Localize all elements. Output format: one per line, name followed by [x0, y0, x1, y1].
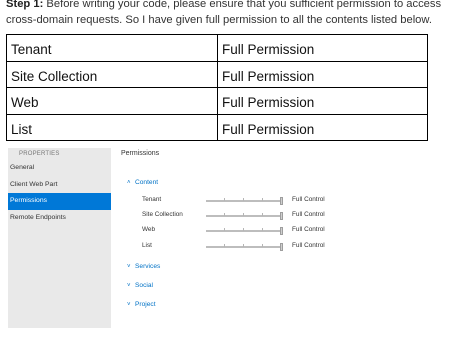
chevron-up-icon: ˄	[127, 180, 131, 186]
permission-scope-label: Web	[142, 226, 156, 233]
sidebar-item-client-web-part[interactable]: Client Web Part	[8, 177, 111, 194]
table-row: Site Collection Full Permission	[6, 60, 428, 88]
group-content-toggle[interactable]: ˄ Content	[127, 179, 158, 186]
properties-header: PROPERTIES	[19, 151, 60, 157]
permission-row: List Full Control	[142, 242, 342, 252]
permission-scope-label: Site Collection	[142, 211, 183, 218]
permission-row: Tenant Full Control	[142, 196, 342, 206]
slider-thumb[interactable]	[280, 197, 283, 205]
slider-thumb[interactable]	[280, 227, 283, 235]
table-cell-scope: Tenant	[6, 34, 218, 62]
page-title: Permissions	[121, 150, 160, 157]
permission-value: Full Control	[292, 196, 325, 203]
permission-row: Site Collection Full Control	[142, 211, 342, 221]
chevron-down-icon: ˅	[127, 264, 131, 270]
chevron-down-icon: ˅	[127, 302, 131, 308]
sidebar-item-general[interactable]: General	[8, 160, 111, 177]
permission-table: Tenant Full Permission Site Collection F…	[6, 34, 428, 141]
group-label: Project	[135, 301, 156, 308]
sidebar-item-permissions[interactable]: Permissions	[8, 193, 111, 210]
table-cell-permission: Full Permission	[217, 60, 428, 88]
permission-scope-label: List	[142, 242, 152, 249]
chevron-down-icon: ˅	[127, 283, 131, 289]
group-services-toggle[interactable]: ˅ Services	[127, 263, 160, 270]
permission-value: Full Control	[292, 242, 325, 249]
permission-row: Web Full Control	[142, 226, 342, 236]
table-cell-permission: Full Permission	[217, 113, 428, 141]
group-label: Content	[135, 179, 159, 186]
table-cell-scope: List	[6, 113, 218, 141]
table-cell-permission: Full Permission	[217, 87, 428, 115]
permission-value: Full Control	[292, 211, 325, 218]
permission-value: Full Control	[292, 226, 325, 233]
permission-slider[interactable]	[206, 197, 283, 205]
permission-slider[interactable]	[206, 212, 283, 220]
permission-slider[interactable]	[206, 227, 283, 235]
table-row: Tenant Full Permission	[6, 34, 428, 62]
table-cell-permission: Full Permission	[217, 34, 428, 62]
intro-paragraph: Step 1: Before writing your code, please…	[6, 0, 468, 28]
group-label: Social	[135, 282, 153, 289]
properties-sidebar: PROPERTIES General Client Web Part Permi…	[8, 148, 111, 328]
table-cell-scope: Site Collection	[6, 60, 218, 88]
step-label: Step 1:	[6, 0, 44, 10]
permission-slider[interactable]	[206, 243, 283, 251]
slider-thumb[interactable]	[280, 243, 283, 251]
table-row: List Full Permission	[6, 113, 428, 141]
sidebar-item-remote-endpoints[interactable]: Remote Endpoints	[8, 210, 111, 227]
group-project-toggle[interactable]: ˅ Project	[127, 301, 156, 308]
permission-scope-label: Tenant	[142, 196, 162, 203]
slider-thumb[interactable]	[280, 212, 283, 220]
intro-text: Before writing your code, please ensure …	[6, 0, 442, 26]
table-row: Web Full Permission	[6, 87, 428, 115]
group-social-toggle[interactable]: ˅ Social	[127, 282, 153, 289]
table-cell-scope: Web	[6, 87, 218, 115]
group-label: Services	[135, 263, 161, 270]
